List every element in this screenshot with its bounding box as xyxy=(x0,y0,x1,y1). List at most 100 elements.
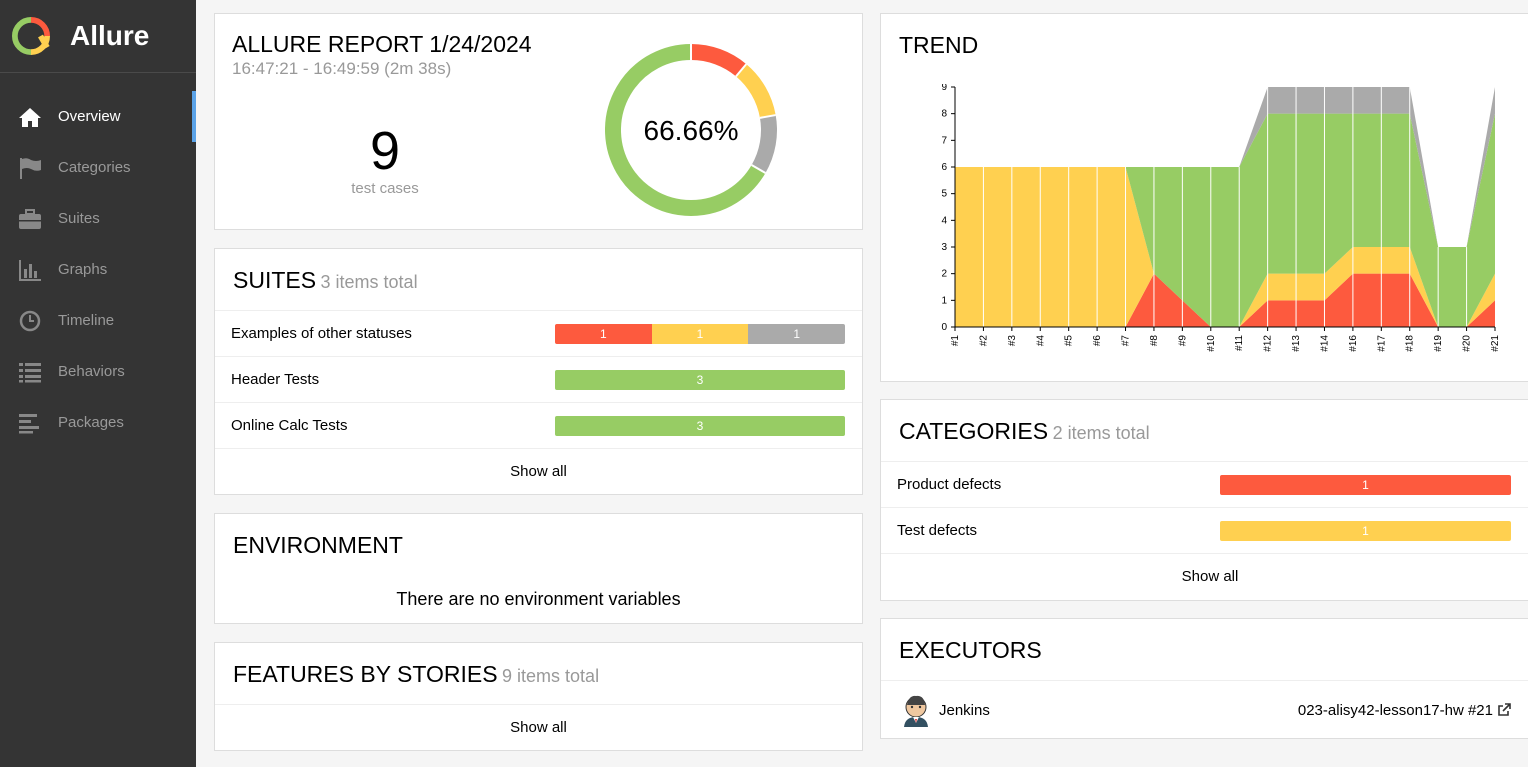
skipped-segment: 1 xyxy=(748,323,845,344)
test-case-count: 9 xyxy=(369,121,401,181)
x-tick-label: #12 xyxy=(1263,335,1274,352)
briefcase-icon xyxy=(18,208,42,230)
status-donut-chart[interactable]: 66.66% xyxy=(601,40,781,220)
sidebar-item-label: Categories xyxy=(58,159,131,176)
brand[interactable]: Allure xyxy=(0,0,196,73)
y-tick-label: 2 xyxy=(941,269,947,280)
environment-empty-message: There are no environment variables xyxy=(396,589,681,609)
y-tick-label: 7 xyxy=(941,135,947,146)
y-tick-label: 4 xyxy=(941,215,947,226)
donut-slice-broken[interactable] xyxy=(735,64,776,119)
x-tick-label: #20 xyxy=(1462,335,1473,352)
category-row[interactable]: Test defects 1 xyxy=(881,508,1528,554)
x-tick-label: #5 xyxy=(1064,335,1075,347)
y-tick-label: 8 xyxy=(941,109,947,120)
suite-name: Examples of other statuses xyxy=(231,325,412,342)
allure-logo-icon xyxy=(12,17,50,55)
sidebar-item-graphs[interactable]: Graphs xyxy=(0,244,196,295)
sidebar-item-label: Suites xyxy=(58,210,100,227)
x-tick-label: #10 xyxy=(1206,335,1217,352)
features-widget: FEATURES BY STORIES 9 items total Show a… xyxy=(214,642,863,751)
category-name: Product defects xyxy=(897,476,1002,493)
x-tick-label: #18 xyxy=(1405,335,1416,352)
y-tick-label: 5 xyxy=(941,189,947,200)
sidebar-item-timeline[interactable]: Timeline xyxy=(0,295,196,346)
pass-percent: 66.66% xyxy=(644,115,739,146)
sidebar-item-label: Graphs xyxy=(58,261,108,278)
sidebar: Allure Overview Categories Suites Graphs… xyxy=(0,0,196,767)
report-time: 16:47:21 - 16:49:59 (2m 38s) xyxy=(232,59,452,78)
suite-name: Online Calc Tests xyxy=(231,417,348,434)
x-tick-label: #11 xyxy=(1234,335,1245,351)
executor-build-link[interactable]: 023-alisy42-lesson17-hw #21 xyxy=(1298,702,1511,719)
y-tick-label: 6 xyxy=(941,162,947,173)
sidebar-item-behaviors[interactable]: Behaviors xyxy=(0,346,196,397)
x-tick-label: #16 xyxy=(1348,335,1359,352)
category-count: 1 xyxy=(1220,520,1511,541)
sidebar-nav: Overview Categories Suites Graphs Timeli… xyxy=(0,91,196,448)
x-tick-label: #4 xyxy=(1035,335,1046,347)
categories-header: CATEGORIES 2 items total xyxy=(881,400,1528,462)
suite-row[interactable]: Online Calc Tests 3 xyxy=(215,403,862,449)
executor-build-label: 023-alisy42-lesson17-hw #21 xyxy=(1297,701,1493,719)
home-icon xyxy=(18,106,42,128)
suite-row[interactable]: Examples of other statuses 1 1 1 xyxy=(215,311,862,357)
categories-show-all-link[interactable]: Show all xyxy=(881,554,1528,599)
y-tick-label: 1 xyxy=(941,295,947,306)
donut-slice-failed[interactable] xyxy=(690,44,747,77)
sidebar-item-categories[interactable]: Categories xyxy=(0,142,196,193)
suite-name: Header Tests xyxy=(231,371,320,388)
executors-widget: EXECUTORS Jenkins 023-alisy42-lesson17-h… xyxy=(880,618,1528,739)
y-tick-label: 3 xyxy=(941,242,947,253)
categories-widget: CATEGORIES 2 items total Product defects… xyxy=(880,399,1528,601)
environment-title: ENVIRONMENT xyxy=(233,532,403,558)
x-tick-label: #21 xyxy=(1490,335,1501,352)
external-link-icon xyxy=(1498,703,1511,716)
align-left-icon xyxy=(18,412,42,434)
suites-widget: SUITES 3 items total Examples of other s… xyxy=(214,248,863,495)
suites-count: 3 items total xyxy=(320,272,418,292)
x-tick-label: #14 xyxy=(1319,335,1330,352)
x-tick-label: #2 xyxy=(978,335,989,347)
x-tick-label: #17 xyxy=(1376,335,1387,352)
environment-widget: ENVIRONMENT There are no environment var… xyxy=(214,513,863,624)
executor-row: Jenkins 023-alisy42-lesson17-hw #21 xyxy=(881,681,1528,739)
suite-status-bar: 1 1 1 xyxy=(555,323,845,344)
sidebar-item-suites[interactable]: Suites xyxy=(0,193,196,244)
flag-icon xyxy=(18,157,42,179)
executor-name: Jenkins xyxy=(939,701,990,719)
trend-chart[interactable]: 0 1 2 3 4 5 6 7 8 9 #1 #2 #3 #4 #5 #6 #7 #8 #9 #10 #11 #12 #13… xyxy=(881,84,1521,374)
features-show-all-link[interactable]: Show all xyxy=(215,705,862,750)
features-header: FEATURES BY STORIES 9 items total xyxy=(215,643,862,705)
features-count: 9 items total xyxy=(502,666,600,686)
sidebar-item-label: Timeline xyxy=(58,312,115,329)
x-tick-label: #7 xyxy=(1121,335,1132,347)
sidebar-item-packages[interactable]: Packages xyxy=(0,397,196,448)
report-title: ALLURE REPORT 1/24/2024 xyxy=(232,31,532,57)
test-case-label: test cases xyxy=(351,180,419,197)
suite-status-bar: 3 xyxy=(555,369,845,390)
x-tick-label: #8 xyxy=(1149,335,1160,347)
features-title: FEATURES BY STORIES xyxy=(233,661,498,687)
category-bar: 1 xyxy=(1220,520,1511,541)
suites-show-all-link[interactable]: Show all xyxy=(215,449,862,494)
broken-segment: 1 xyxy=(651,323,749,344)
donut-slice-skipped[interactable] xyxy=(751,115,777,173)
categories-title: CATEGORIES xyxy=(899,418,1049,444)
category-name: Test defects xyxy=(897,522,978,539)
x-tick-label: #9 xyxy=(1177,335,1188,347)
category-row[interactable]: Product defects 1 xyxy=(881,462,1528,508)
x-tick-label: #6 xyxy=(1092,335,1103,347)
passed-segment: 3 xyxy=(555,415,845,436)
bar-chart-icon xyxy=(18,259,42,281)
passed-segment: 3 xyxy=(555,369,845,390)
categories-count: 2 items total xyxy=(1052,423,1150,443)
y-tick-label: 0 xyxy=(941,322,947,333)
x-tick-label: #13 xyxy=(1291,335,1302,352)
suite-row[interactable]: Header Tests 3 xyxy=(215,357,862,403)
executors-header: EXECUTORS xyxy=(881,619,1528,681)
sidebar-item-overview[interactable]: Overview xyxy=(0,91,196,142)
sidebar-item-label: Packages xyxy=(58,414,124,431)
trend-title: TREND xyxy=(899,32,979,58)
list-icon xyxy=(18,361,42,383)
